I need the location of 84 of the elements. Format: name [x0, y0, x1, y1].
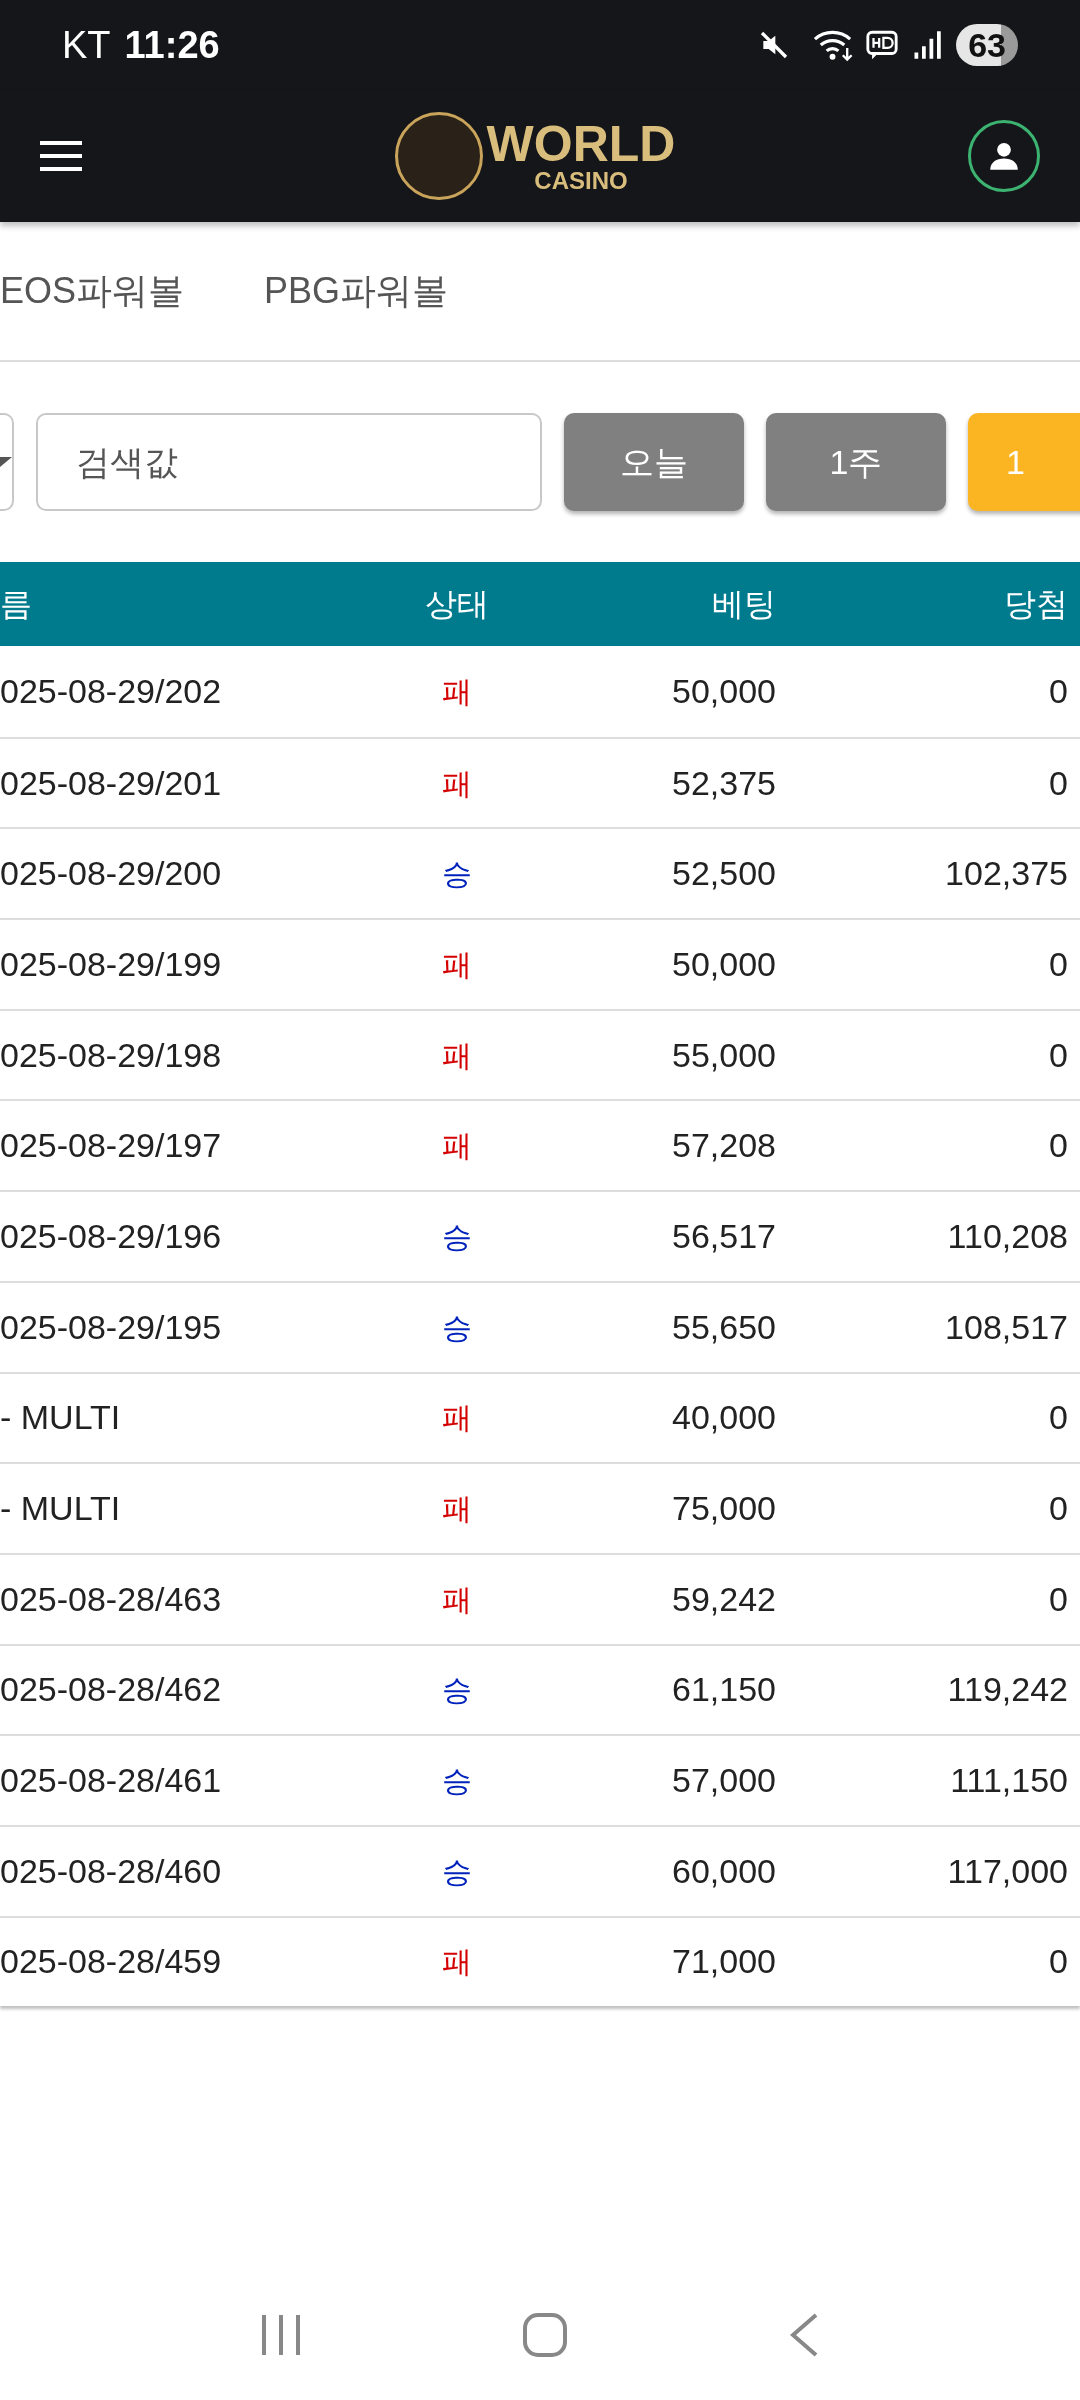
- result-cell-text: 패: [441, 1491, 473, 1528]
- carrier: KT: [62, 22, 111, 68]
- table-cell-text: 55,000: [671, 1034, 776, 1076]
- table-cell-text: 0: [1048, 1941, 1068, 1983]
- result-cell-text: 승: [441, 1763, 473, 1800]
- table-cell-text: 57,208: [671, 1125, 776, 1167]
- battery-level: 63: [956, 24, 1018, 66]
- result-cell-text: 패: [441, 765, 473, 802]
- caret-icon: [0, 457, 12, 467]
- table-cell-text: 52,500: [671, 853, 776, 895]
- column-header: 름: [0, 585, 33, 624]
- result-cell-text: 승: [441, 1309, 473, 1346]
- period-button[interactable]: 오늘: [564, 413, 744, 511]
- recent-apps-icon[interactable]: [260, 2313, 302, 2357]
- table-cell-text: 025-08-29/198: [0, 1034, 223, 1076]
- table-cell-text: - MULTI: [0, 1397, 122, 1439]
- table-cell-text: 102,375: [944, 853, 1068, 895]
- result-cell-text: 패: [441, 1037, 473, 1074]
- table-cell-text: 025-08-29/199: [0, 943, 223, 985]
- column-header: 당첨: [1003, 585, 1068, 624]
- column-header: 상태: [424, 585, 490, 624]
- result-cell-text: 승: [441, 1853, 473, 1890]
- table-cell-text: 50,000: [671, 943, 776, 985]
- game-tab[interactable]: PBG파워볼: [264, 264, 449, 318]
- table-cell-text: 119,242: [946, 1669, 1068, 1711]
- table-cell-text: 025-08-28/460: [0, 1850, 223, 1892]
- table-cell-text: - MULTI: [0, 1488, 122, 1530]
- table-cell-text: 0: [1048, 1488, 1068, 1530]
- table-cell-text: 50,000: [671, 670, 776, 712]
- game-tab[interactable]: EOS파워볼: [0, 264, 185, 318]
- table-cell-text: 111,150: [949, 1760, 1068, 1802]
- table-cell-text: 0: [1048, 1397, 1068, 1439]
- table-cell-text: 025-08-29/196: [0, 1215, 223, 1257]
- result-cell-text: 패: [441, 1400, 473, 1437]
- table-cell-text: 0: [1048, 943, 1068, 985]
- table-cell-text: 110,208: [946, 1215, 1068, 1257]
- menu-button[interactable]: [40, 141, 82, 171]
- table-cell-text: 0: [1048, 1578, 1068, 1620]
- table-cell-text: 025-08-28/461: [0, 1760, 223, 1802]
- table-cell-text: 025-08-28/459: [0, 1941, 223, 1983]
- table-cell-text: 025-08-29/201: [0, 762, 223, 804]
- hd-icon: [864, 28, 901, 62]
- table-cell-text: 025-08-29/195: [0, 1306, 223, 1348]
- table-cell-text: 57,000: [671, 1760, 776, 1802]
- column-header: 베팅: [711, 585, 776, 624]
- logo-subtitle: CASINO: [534, 169, 628, 193]
- result-cell-text: 승: [441, 1218, 473, 1255]
- result-cell-text: 패: [441, 1581, 473, 1618]
- table-cell-text: 117,000: [946, 1850, 1068, 1892]
- table-cell-text: 71,000: [671, 1941, 776, 1983]
- table-cell-text: 0: [1048, 670, 1068, 712]
- result-cell-text: 패: [441, 1944, 473, 1981]
- table-cell-text: 60,000: [671, 1850, 776, 1892]
- table-cell-text: 0: [1048, 1034, 1068, 1076]
- table-cell-text: 108,517: [944, 1306, 1068, 1348]
- profile-button[interactable]: [968, 120, 1040, 192]
- dropdown-select[interactable]: [0, 413, 14, 511]
- table-cell-text: 0: [1048, 762, 1068, 804]
- table-cell-text: 61,150: [671, 1669, 776, 1711]
- logo-title: WORLD: [486, 119, 676, 169]
- table-cell-text: 40,000: [671, 1397, 776, 1439]
- table-cell-text: 025-08-29/200: [0, 853, 223, 895]
- result-cell-text: 승: [441, 856, 473, 893]
- result-cell-text: 패: [441, 673, 473, 710]
- table-cell-text: 75,000: [671, 1488, 776, 1530]
- result-cell-text: 승: [441, 1672, 473, 1709]
- period-button[interactable]: 1주: [766, 413, 946, 511]
- result-cell-text: 패: [441, 1128, 473, 1165]
- person-icon: [989, 141, 1019, 171]
- clock: 11:26: [124, 22, 220, 68]
- search-field[interactable]: 검색값: [36, 413, 542, 511]
- table-cell-text: 52,375: [671, 762, 776, 804]
- table-cell-text: 025-08-29/197: [0, 1125, 223, 1167]
- table-cell-text: 0: [1048, 1125, 1068, 1167]
- result-cell-text: 패: [441, 946, 473, 983]
- signal-icon: [912, 30, 943, 60]
- table-cell-text: 025-08-29/202: [0, 670, 223, 712]
- back-icon[interactable]: [788, 2312, 820, 2358]
- table-cell-text: 025-08-28/462: [0, 1669, 223, 1711]
- table-cell-text: 56,517: [671, 1215, 776, 1257]
- home-icon[interactable]: [522, 2312, 568, 2358]
- table-cell-text: 025-08-28/463: [0, 1578, 223, 1620]
- table-cell-text: 55,650: [671, 1306, 776, 1348]
- table-cell-text: 59,242: [671, 1578, 776, 1620]
